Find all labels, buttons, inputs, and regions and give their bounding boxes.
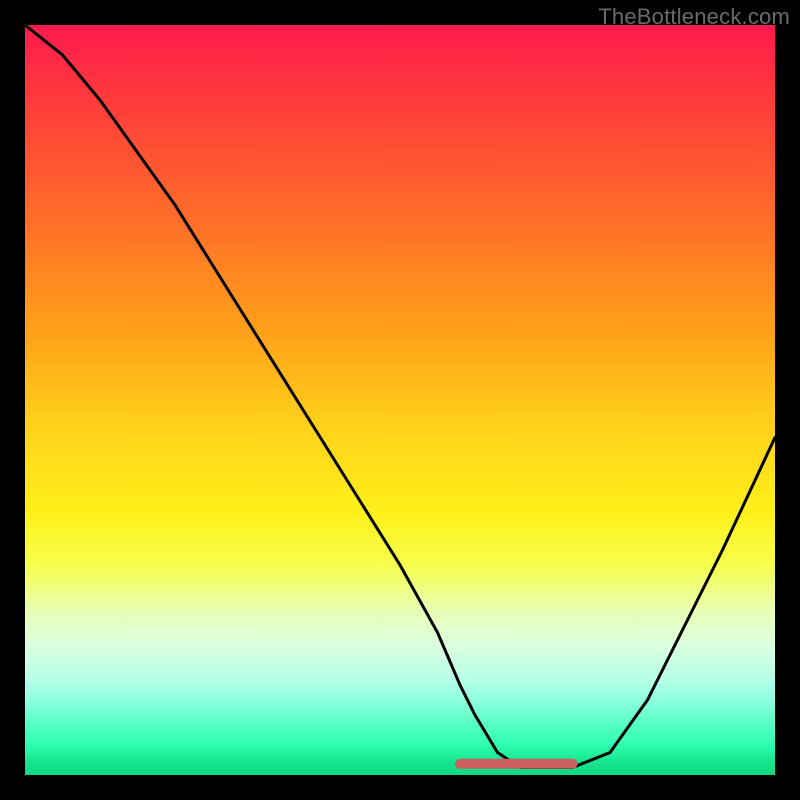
bottleneck-curve	[25, 25, 775, 768]
plot-area	[25, 25, 775, 775]
bottleneck-chart	[25, 25, 775, 775]
watermark-text: TheBottleneck.com	[598, 4, 790, 30]
